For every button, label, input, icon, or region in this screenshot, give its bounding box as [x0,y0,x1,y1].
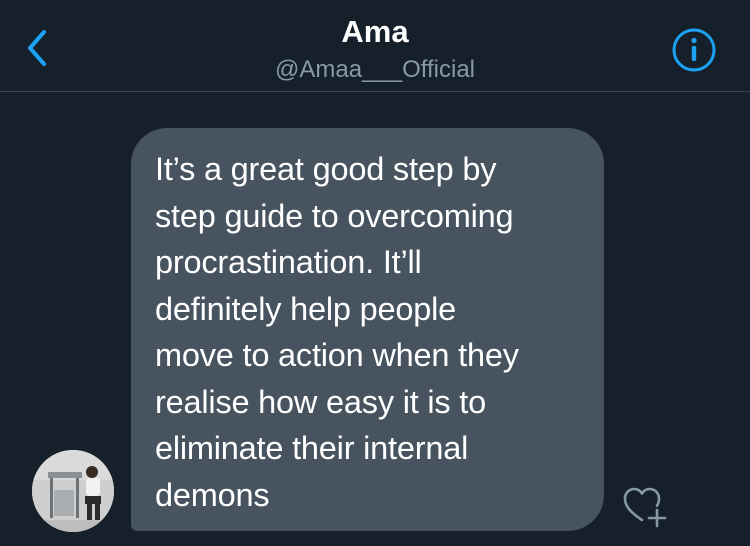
clipped-timestamp-marks [143,92,233,98]
info-circle-icon [672,28,716,72]
dm-conversation-screen: Ama @Amaa___Official It’s a great good s… [0,0,750,546]
conversation-title: Ama [341,14,409,49]
like-button[interactable] [622,486,668,528]
message-text: It’s a great good step by step guide to … [155,151,519,513]
conversation-header: Ama @Amaa___Official [0,0,750,92]
heart-plus-icon [623,487,667,528]
user-handle: @Amaa___Official [274,56,475,83]
avatar-photo [32,450,114,532]
info-button[interactable] [671,27,717,73]
message-bubble[interactable]: It’s a great good step by step guide to … [131,128,604,531]
avatar[interactable] [32,450,114,532]
